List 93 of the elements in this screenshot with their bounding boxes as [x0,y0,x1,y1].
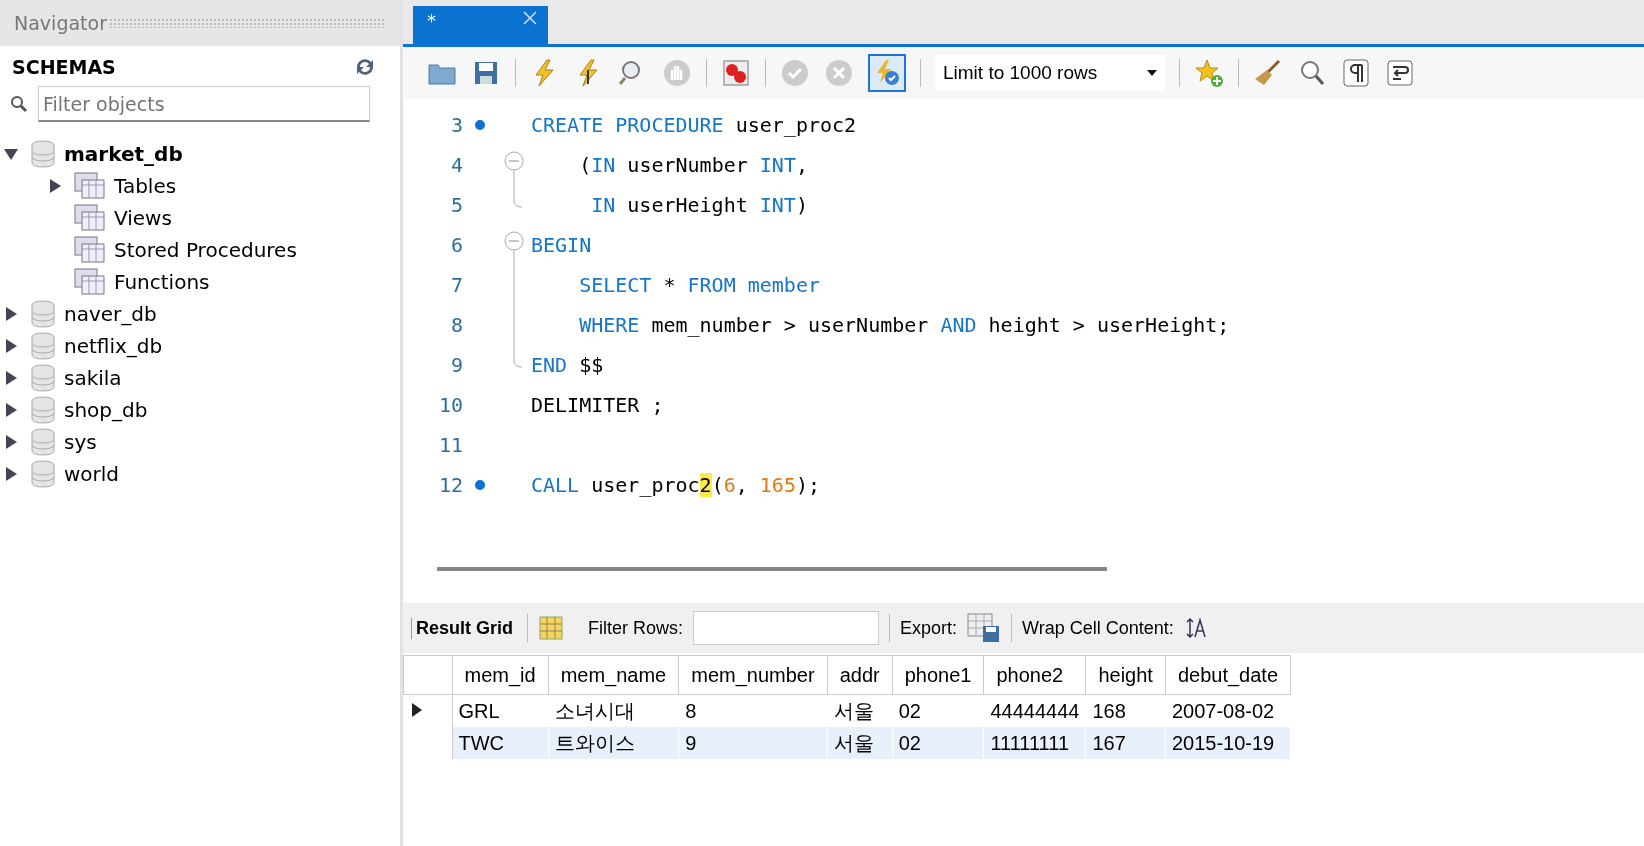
statement-marker [475,480,485,490]
export-icon[interactable] [967,613,1002,643]
table-cell: 11111111 [983,727,1086,759]
table-group-icon [74,268,106,296]
code-line: CREATE PROCEDURE user_proc2 [531,113,858,137]
schema-name[interactable]: world [64,462,120,486]
line-number: 4 [449,153,463,177]
line-number: 5 [449,193,463,217]
expand-arrow-icon[interactable] [3,402,19,418]
database-icon [30,396,56,424]
fold-end-line [513,185,523,208]
code-line: SELECT * FROM member [579,273,821,297]
filter-rows-field[interactable] [693,611,880,645]
section-title: SCHEMAS [12,56,116,78]
tree-item[interactable]: Views [114,206,172,230]
schema-name[interactable]: sakila [64,366,122,390]
schema-name[interactable]: netflix_db [64,334,163,358]
line-number: 9 [449,353,463,377]
refresh-icon[interactable] [354,57,376,77]
close-icon[interactable] [522,10,538,26]
autocommit-toggle[interactable] [868,54,906,92]
column-header[interactable]: height [1085,655,1166,695]
database-icon [30,140,56,168]
fold-end-line [513,345,523,368]
broom-icon[interactable] [1253,58,1283,88]
expand-arrow-icon[interactable] [3,306,19,322]
line-number: 3 [449,113,463,137]
line-number: 10 [437,393,463,417]
table-group-icon [74,172,106,200]
column-header[interactable]: phone1 [892,655,984,695]
column-header[interactable]: debut_date [1165,655,1291,695]
star-plus-icon[interactable] [1194,58,1224,88]
expand-arrow-icon[interactable] [3,466,19,482]
line-number: 12 [437,473,463,497]
code-line: CALL user_proc2(6, 165); [531,473,822,497]
database-icon [30,300,56,328]
column-header[interactable]: phone2 [983,655,1086,695]
table-group-icon [74,236,106,264]
code-line: WHERE mem_number > userNumber AND height > userHeight; [579,313,1231,337]
line-number: 7 [449,273,463,297]
expand-arrow-icon[interactable] [3,434,19,450]
column-header[interactable]: mem_number [678,655,828,695]
line-number: 6 [449,233,463,257]
expand-arrow-icon[interactable] [3,370,19,386]
table-cell: 트와이스 [548,727,679,759]
database-icon [30,460,56,488]
column-header[interactable]: addr [827,655,893,695]
filter-field[interactable]: Filter objects [38,86,370,122]
filter-label: Filter Rows: [588,617,684,639]
limit-dropdown[interactable]: Limit to 1000 rows [935,55,1165,91]
current-row-icon [409,701,424,718]
expand-arrow-icon[interactable] [3,338,19,354]
column-header[interactable]: mem_name [548,655,679,695]
database-icon [30,364,56,392]
table-cell: 서울 [827,727,893,759]
code-line: (IN userNumber INT, [579,153,809,177]
code-line: END $$ [531,353,605,377]
search-icon [10,95,28,113]
drag-handle[interactable] [108,18,384,28]
dropdown-arrow-icon [1147,70,1157,76]
tree-item[interactable]: Stored Procedures [114,238,297,262]
pilcrow-icon[interactable] [1341,58,1371,88]
database-icon [30,332,56,360]
code-line: BEGIN [531,233,593,257]
result-grid-tab[interactable]: Result Grid [411,617,517,639]
statement-marker [475,120,485,130]
table-cell: 2015-10-19 [1165,727,1291,759]
collapse-arrow-icon[interactable] [3,146,19,162]
database-icon [30,428,56,456]
line-number: 8 [449,313,463,337]
schema-name[interactable]: naver_db [64,302,157,326]
wrap-cell-icon[interactable] [1183,616,1208,640]
schema-name[interactable]: shop_db [64,398,148,422]
table-cell: 9 [678,727,828,759]
line-number: 11 [437,433,463,457]
schema-name[interactable]: market_db [64,142,183,166]
checkmark-icon[interactable] [780,58,810,88]
schema-name[interactable]: sys [64,430,97,454]
code-line: DELIMITER ; [531,393,665,417]
column-header[interactable]: mem_id [452,655,549,695]
code-line: IN userHeight INT) [590,193,809,217]
export-label: Export: [900,617,958,639]
table-cell: TWC [452,727,549,759]
tree-item[interactable]: Tables [114,174,177,198]
table-cell: 02 [892,727,984,759]
editor-tab[interactable]: * [413,6,548,44]
wrap-text-icon[interactable] [1385,58,1415,88]
tree-item[interactable]: Functions [114,270,210,294]
expand-arrow-icon[interactable] [47,178,63,194]
table-cell: 167 [1085,727,1166,759]
wrap-label: Wrap Cell Content: [1022,617,1174,639]
panel-title: Navigator [14,12,107,34]
table-group-icon [74,204,106,232]
